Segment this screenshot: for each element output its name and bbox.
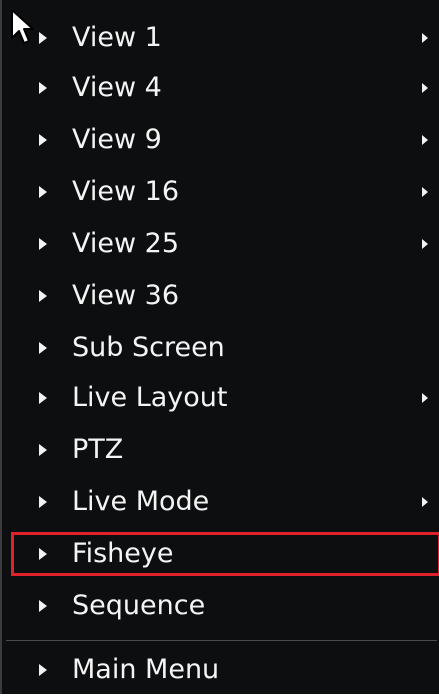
bullet-triangle-icon (39, 32, 47, 44)
mouse-pointer-icon (11, 9, 34, 44)
menu-item-view-9[interactable]: View 9 (2, 114, 439, 166)
menu-item-view-36[interactable]: View 36 (2, 270, 439, 322)
menu-item-label: View 16 (72, 176, 180, 207)
context-menu: View 1 View 4 View 9 View 16 View 25 Vie… (0, 0, 439, 694)
chevron-right-icon (422, 83, 428, 93)
menu-item-view-16[interactable]: View 16 (2, 166, 439, 218)
menu-item-label: Sub Screen (72, 332, 225, 363)
menu-item-label: PTZ (72, 434, 124, 465)
bullet-triangle-icon (39, 238, 47, 250)
menu-item-live-mode[interactable]: Live Mode (2, 476, 439, 528)
chevron-right-icon (422, 497, 428, 507)
bullet-triangle-icon (39, 342, 47, 354)
menu-item-label: Sequence (72, 590, 206, 621)
bullet-triangle-icon (39, 392, 47, 404)
chevron-right-icon (422, 135, 428, 145)
menu-item-live-layout[interactable]: Live Layout (2, 372, 439, 424)
bullet-triangle-icon (39, 290, 47, 302)
menu-item-label: View 4 (72, 72, 162, 103)
bullet-triangle-icon (39, 444, 47, 456)
menu-item-label: Live Mode (72, 486, 210, 517)
menu-item-label: View 1 (72, 22, 162, 53)
menu-divider (6, 640, 437, 641)
menu-item-ptz[interactable]: PTZ (2, 424, 439, 476)
chevron-right-icon (422, 187, 428, 197)
chevron-right-icon (422, 33, 428, 43)
bullet-triangle-icon (39, 134, 47, 146)
menu-item-label: Live Layout (72, 382, 228, 413)
bullet-triangle-icon (39, 664, 47, 676)
bullet-triangle-icon (39, 496, 47, 508)
bullet-triangle-icon (39, 548, 47, 560)
chevron-right-icon (422, 393, 428, 403)
chevron-right-icon (422, 239, 428, 249)
menu-item-view-1[interactable]: View 1 (2, 12, 439, 64)
menu-item-label: View 36 (72, 280, 180, 311)
menu-item-view-25[interactable]: View 25 (2, 218, 439, 270)
menu-item-label: Main Menu (72, 654, 220, 685)
menu-item-main-menu[interactable]: Main Menu (2, 644, 439, 696)
menu-item-view-4[interactable]: View 4 (2, 62, 439, 114)
bullet-triangle-icon (39, 186, 47, 198)
bullet-triangle-icon (39, 82, 47, 94)
menu-item-fisheye[interactable]: Fisheye (2, 528, 439, 580)
menu-item-label: Fisheye (72, 538, 174, 569)
menu-item-label: View 25 (72, 228, 180, 259)
bullet-triangle-icon (39, 600, 47, 612)
menu-item-label: View 9 (72, 124, 162, 155)
menu-item-sub-screen[interactable]: Sub Screen (2, 322, 439, 374)
menu-item-sequence[interactable]: Sequence (2, 580, 439, 632)
